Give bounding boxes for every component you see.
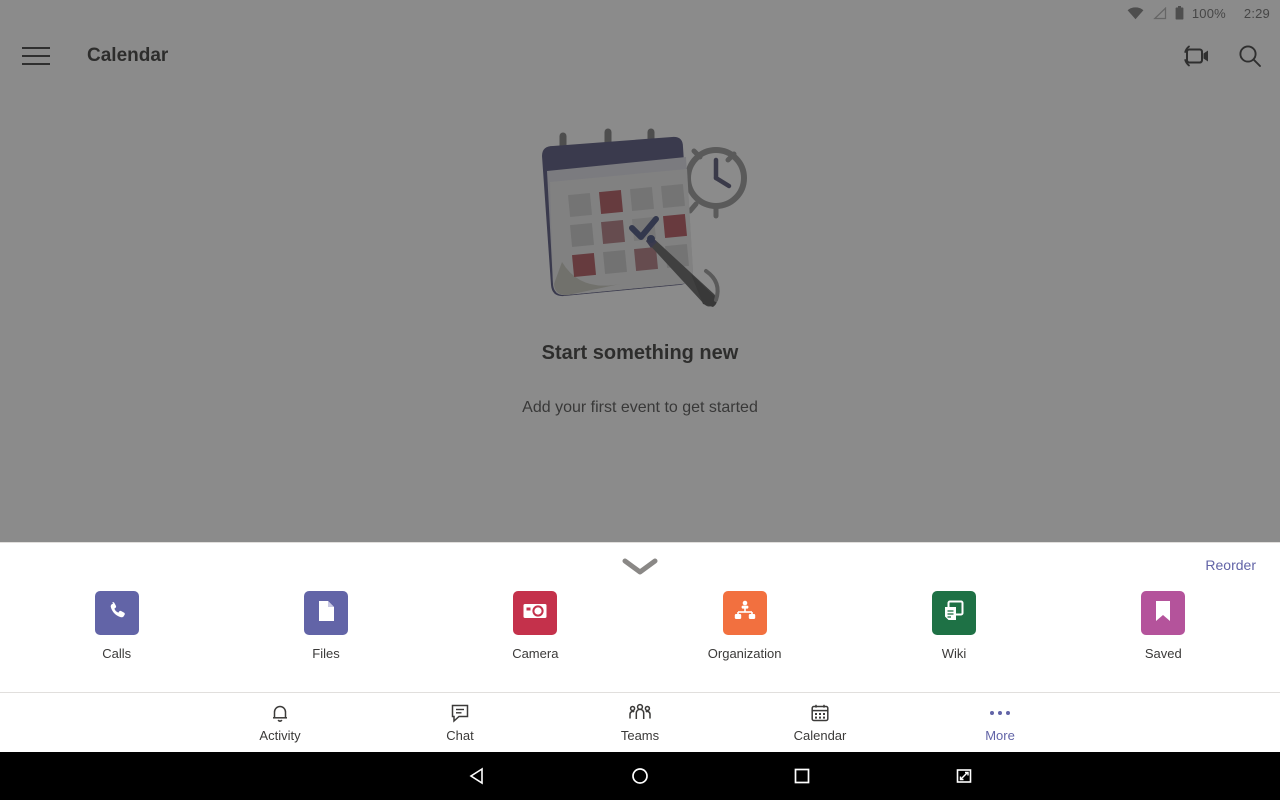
nav-label: Calendar (793, 727, 847, 743)
android-navigation-bar (0, 752, 1280, 800)
organization-tile[interactable] (722, 591, 767, 635)
nav-item-teams[interactable]: Teams (550, 703, 730, 743)
app-label: Camera (512, 646, 559, 661)
nav-label: More (985, 727, 1015, 743)
nav-label: Activity (259, 727, 301, 743)
files-tile[interactable] (303, 591, 348, 635)
nav-item-calendar[interactable]: Calendar (730, 703, 910, 743)
app-item-organization[interactable]: Organization (640, 591, 849, 661)
wiki-tile[interactable] (931, 591, 976, 635)
phone-icon (106, 600, 128, 627)
app-label: Calls (102, 646, 132, 661)
back-button[interactable] (448, 752, 508, 800)
device-screen: 100% 2:29 Calendar (0, 0, 1280, 800)
app-item-calls[interactable]: Calls (12, 591, 221, 661)
org-chart-icon (733, 599, 757, 628)
bottom-navigation-bar: Activity Chat Teams Calendar More (0, 692, 1280, 752)
chat-icon (450, 703, 470, 723)
app-item-wiki[interactable]: Wiki (849, 591, 1058, 661)
nav-item-chat[interactable]: Chat (370, 703, 550, 743)
nav-label: Teams (620, 727, 660, 743)
ellipsis-icon (990, 703, 1010, 723)
file-icon (315, 599, 337, 628)
drawer-header: Reorder (0, 543, 1280, 591)
more-apps-drawer: Reorder Calls Files Camera Organization … (0, 542, 1280, 692)
reorder-button[interactable]: Reorder (1205, 557, 1256, 573)
nav-label: Chat (446, 727, 474, 743)
calls-tile[interactable] (94, 591, 139, 635)
nav-item-more[interactable]: More (910, 703, 1090, 743)
teams-icon (628, 703, 652, 723)
chevron-down-icon[interactable] (605, 551, 675, 581)
app-grid: Calls Files Camera Organization Wiki Sav… (0, 591, 1280, 661)
app-label: Wiki (941, 646, 967, 661)
app-item-saved[interactable]: Saved (1059, 591, 1268, 661)
camera-icon (522, 601, 548, 626)
app-label: Saved (1144, 646, 1182, 661)
camera-tile[interactable] (513, 591, 558, 635)
app-item-files[interactable]: Files (221, 591, 430, 661)
bell-icon (270, 703, 290, 723)
bookmark-icon (1154, 599, 1172, 628)
recents-button[interactable] (772, 752, 832, 800)
saved-tile[interactable] (1141, 591, 1186, 635)
nav-item-activity[interactable]: Activity (190, 703, 370, 743)
calendar-icon (810, 703, 830, 723)
app-label: Organization (707, 646, 782, 661)
home-button[interactable] (610, 752, 670, 800)
app-item-camera[interactable]: Camera (431, 591, 640, 661)
wiki-pages-icon (942, 599, 966, 628)
app-label: Files (312, 646, 340, 661)
modal-scrim-overlay[interactable] (0, 0, 1280, 542)
resize-button[interactable] (934, 752, 994, 800)
